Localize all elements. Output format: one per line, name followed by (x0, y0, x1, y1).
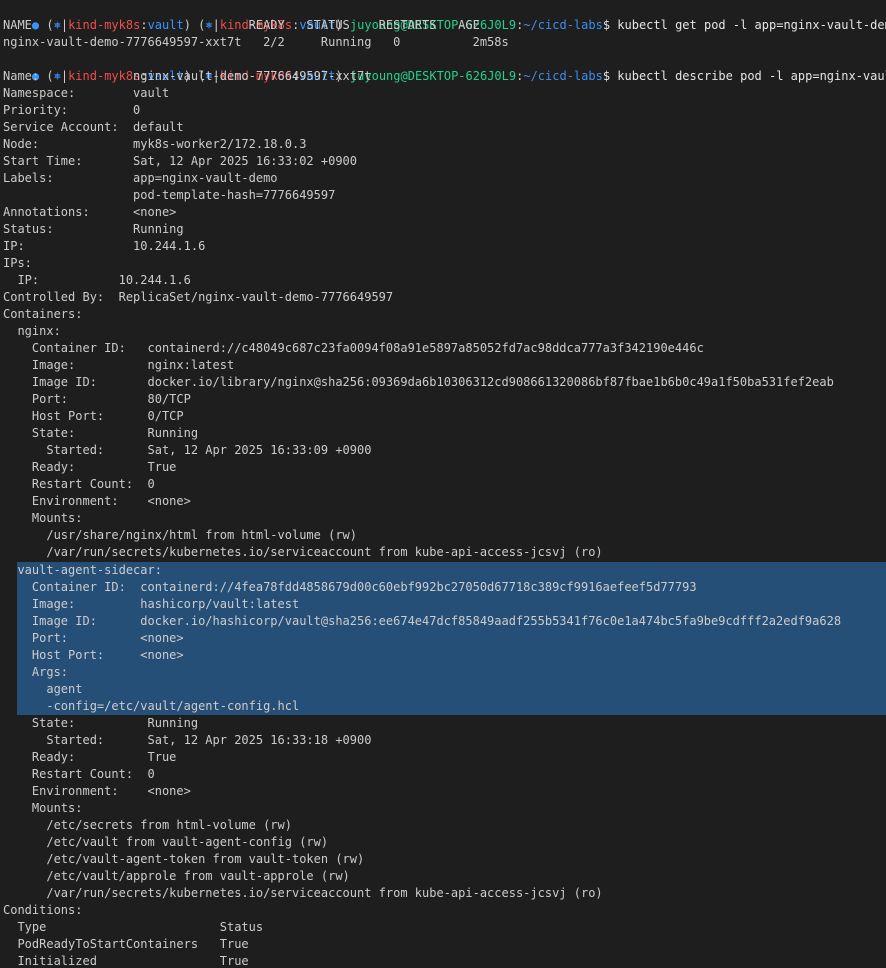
output-line: PodReadyToStartContainers True (3, 937, 249, 951)
output-line-selected: Port: <none> (3, 631, 184, 645)
output-line: nginx: (3, 324, 61, 338)
output-line: Type Status (3, 920, 264, 934)
prompt-line-2: ● (⎈|kind-myk8s:vault) (⎈|kind-myk8s:vau… (3, 51, 886, 83)
output-line: Status: Running (3, 222, 184, 236)
output-line: Containers: (3, 307, 83, 321)
output-line: State: Running (3, 716, 199, 730)
output-line: pod-template-hash=7776649597 (3, 188, 336, 202)
output-line: Service Account: default (3, 120, 184, 134)
output-line: Started: Sat, 12 Apr 2025 16:33:09 +0900 (3, 443, 372, 457)
command-get-pod: kubectl get pod -l app=nginx-vault-demo (610, 18, 886, 32)
output-line: Node: myk8s-worker2/172.18.0.3 (3, 137, 307, 151)
output-line-selected: agent (3, 682, 83, 696)
output-line: Ready: True (3, 750, 177, 764)
output-line: Controlled By: ReplicaSet/nginx-vault-de… (3, 290, 394, 304)
output-line: Mounts: (3, 511, 83, 525)
output-line: Host Port: 0/TCP (3, 409, 184, 423)
output-line: Priority: 0 (3, 103, 141, 117)
output-line: /usr/share/nginx/html from html-volume (… (3, 528, 358, 542)
output-line: Environment: <none> (3, 494, 191, 508)
output-line-selected: Image ID: docker.io/hashicorp/vault@sha2… (3, 614, 842, 628)
output-line: Restart Count: 0 (3, 477, 155, 491)
output-line-selected: Container ID: containerd://4fea78fdd4858… (3, 580, 697, 594)
output-line: Conditions: (3, 903, 83, 917)
prompt-path: ~/cicd-labs (523, 69, 603, 83)
output-line: /etc/vault/approle from vault-approle (r… (3, 869, 350, 883)
output-line: Initialized True (3, 954, 249, 968)
output-line: Environment: <none> (3, 784, 191, 798)
output-line: Port: 80/TCP (3, 392, 191, 406)
output-line: Image ID: docker.io/library/nginx@sha256… (3, 375, 834, 389)
terminal-panel[interactable]: ● (⎈|kind-myk8s:vault) (⎈|kind-myk8s:vau… (0, 0, 886, 968)
output-line: IP: 10.244.1.6 (3, 239, 206, 253)
output-line: Annotations: <none> (3, 205, 177, 219)
output-line-selected: Image: hashicorp/vault:latest (3, 597, 300, 611)
output-line: /etc/secrets from html-volume (rw) (3, 818, 292, 832)
prompt-userhost: juyoung@DESKTOP-626J0L9 (349, 69, 517, 83)
output-line: Image: nginx:latest (3, 358, 235, 372)
output-line: Labels: app=nginx-vault-demo (3, 171, 278, 185)
output-line-selected: Host Port: <none> (3, 648, 184, 662)
get-output-header: NAME READY STATUS RESTARTS AGE (3, 18, 480, 32)
output-line: Namespace: vault (3, 86, 170, 100)
output-line: Container ID: containerd://c48049c687c23… (3, 341, 704, 355)
output-line: /var/run/secrets/kubernetes.io/serviceac… (3, 886, 603, 900)
output-line: /etc/vault from vault-agent-config (rw) (3, 835, 329, 849)
get-output-row: nginx-vault-demo-7776649597-xxt7t 2/2 Ru… (3, 35, 509, 49)
output-line: IPs: (3, 256, 32, 270)
output-line: /etc/vault-agent-token from vault-token … (3, 852, 365, 866)
output-line: Ready: True (3, 460, 177, 474)
output-line-selected: vault-agent-sidecar: (3, 563, 162, 577)
output-line: Start Time: Sat, 12 Apr 2025 16:33:02 +0… (3, 154, 358, 168)
output-line: /var/run/secrets/kubernetes.io/serviceac… (3, 545, 603, 559)
output-line-selected: Args: (3, 665, 69, 679)
prompt-line-1: ● (⎈|kind-myk8s:vault) (⎈|kind-myk8s:vau… (3, 0, 886, 32)
output-line-selected: -config=/etc/vault/agent-config.hcl (3, 699, 300, 713)
command-describe-pod: kubectl describe pod -l app=nginx-vault-… (617, 69, 886, 83)
output-line: Started: Sat, 12 Apr 2025 16:33:18 +0900 (3, 733, 372, 747)
output-line: Name: nginx-vault-demo-7776649597-xxt7t (3, 69, 372, 83)
prompt-path: ~/cicd-labs (523, 18, 603, 32)
output-line: IP: 10.244.1.6 (3, 273, 191, 287)
output-line: State: Running (3, 426, 199, 440)
output-line: Restart Count: 0 (3, 767, 155, 781)
output-line: Mounts: (3, 801, 83, 815)
